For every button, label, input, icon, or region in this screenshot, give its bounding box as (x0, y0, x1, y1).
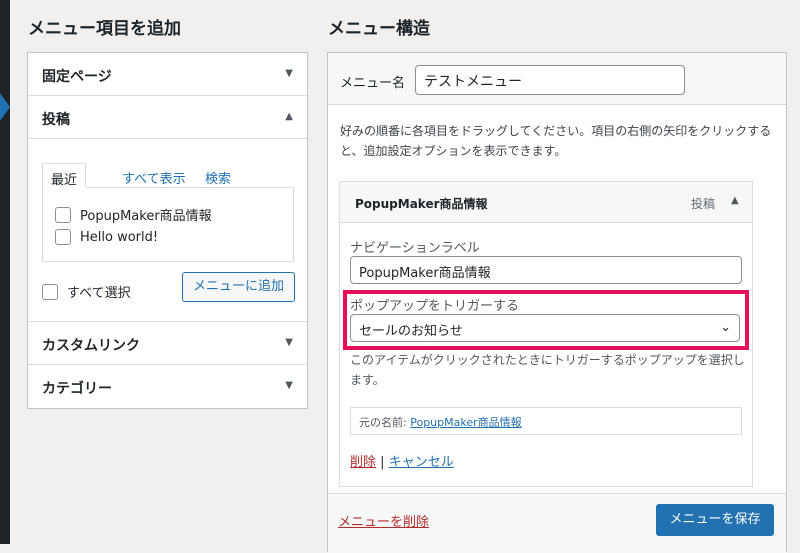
accordion-fixed-page[interactable]: 固定ページ ▼ (28, 53, 307, 96)
post-checkbox[interactable] (55, 229, 71, 245)
select-all-row[interactable]: すべて選択 (42, 282, 131, 301)
menu-item-actions: 削除 | キャンセル (350, 451, 454, 470)
chevron-down-icon: ⌄ (720, 320, 731, 335)
menu-name-input[interactable]: テストメニュー (415, 65, 685, 95)
save-menu-button[interactable]: メニューを保存 (656, 504, 774, 536)
menu-name-bar: メニュー名 テストメニュー (328, 53, 786, 105)
accordion-category[interactable]: カテゴリー ▼ (28, 365, 307, 408)
add-menu-items-accordion: 固定ページ ▼ 投稿 ▲ 最近 すべて表示 検索 PopupMaker商品情報 … (27, 52, 308, 409)
remove-item-link[interactable]: 削除 (350, 455, 376, 470)
menu-name-label: メニュー名 (340, 76, 406, 91)
menu-item-card: PopupMaker商品情報 投稿 ▲ ナビゲーションラベル PopupMake… (339, 181, 753, 487)
chevron-down-icon: ▼ (285, 337, 293, 348)
posts-tabs: 最近 すべて表示 検索 (42, 163, 294, 188)
popup-trigger-label: ポップアップをトリガーする (350, 299, 520, 314)
accordion-custom-link-label: カスタムリンク (42, 338, 140, 354)
chevron-down-icon: ▼ (285, 68, 293, 79)
accordion-category-label: カテゴリー (42, 381, 112, 397)
menu-structure-panel: メニュー名 テストメニュー 好みの順番に各項目をドラッグしてください。項目の右側… (327, 52, 787, 553)
collapse-arrow-icon[interactable]: ▲ (731, 195, 739, 206)
accordion-fixed-page-label: 固定ページ (42, 69, 112, 85)
admin-sidebar-edge (0, 0, 10, 544)
delete-menu-link[interactable]: メニューを削除 (338, 511, 429, 530)
tab-view-all[interactable]: すべて表示 (114, 163, 194, 188)
chevron-up-icon: ▲ (285, 111, 293, 122)
post-checkbox[interactable] (55, 206, 71, 223)
nav-label-input[interactable]: PopupMaker商品情報 (350, 256, 742, 284)
drag-instructions: 好みの順番に各項目をドラッグしてください。項目の右側の矢印をクリックすると、追加… (340, 124, 772, 158)
popup-trigger-description: このアイテムがクリックされたときにトリガーするポップアップを選択します。 (350, 353, 745, 387)
list-item[interactable]: PopupMaker商品情報 (55, 205, 212, 224)
popup-trigger-value: セールのお知らせ (359, 324, 463, 339)
add-menu-items-heading: メニュー項目を追加 (28, 19, 181, 39)
nav-label-label: ナビゲーションラベル (350, 241, 480, 256)
original-name-label: 元の名前: (359, 416, 407, 429)
select-all-checkbox[interactable] (42, 283, 58, 300)
original-name-box: 元の名前: PopupMaker商品情報 (350, 407, 742, 435)
current-menu-marker (0, 93, 10, 121)
chevron-down-icon: ▼ (285, 380, 293, 391)
menu-footer: メニューを削除 メニューを保存 (328, 493, 786, 553)
accordion-custom-link[interactable]: カスタムリンク ▼ (28, 322, 307, 365)
original-name-link[interactable]: PopupMaker商品情報 (410, 416, 521, 429)
recent-posts-list: PopupMaker商品情報 Hello world! (42, 187, 294, 262)
accordion-posts-label: 投稿 (42, 112, 70, 128)
posts-panel: 最近 すべて表示 検索 PopupMaker商品情報 Hello world! … (28, 139, 307, 322)
menu-item-title: PopupMaker商品情報 (355, 197, 488, 211)
list-item[interactable]: Hello world! (55, 229, 158, 245)
select-all-label: すべて選択 (67, 286, 131, 301)
post-label: Hello world! (80, 229, 159, 245)
tab-recent[interactable]: 最近 (42, 163, 87, 188)
menu-item-handle[interactable]: PopupMaker商品情報 投稿 ▲ (340, 182, 752, 223)
tab-search[interactable]: 検索 (197, 163, 239, 188)
add-to-menu-button[interactable]: メニューに追加 (182, 272, 295, 302)
action-separator: | (380, 455, 385, 470)
menu-structure-heading: メニュー構造 (328, 19, 430, 39)
post-label: PopupMaker商品情報 (80, 209, 212, 224)
menu-item-type: 投稿 (691, 197, 716, 211)
accordion-posts[interactable]: 投稿 ▲ (28, 96, 307, 139)
cancel-link[interactable]: キャンセル (389, 455, 454, 470)
popup-trigger-select[interactable]: セールのお知らせ ⌄ (350, 314, 740, 342)
